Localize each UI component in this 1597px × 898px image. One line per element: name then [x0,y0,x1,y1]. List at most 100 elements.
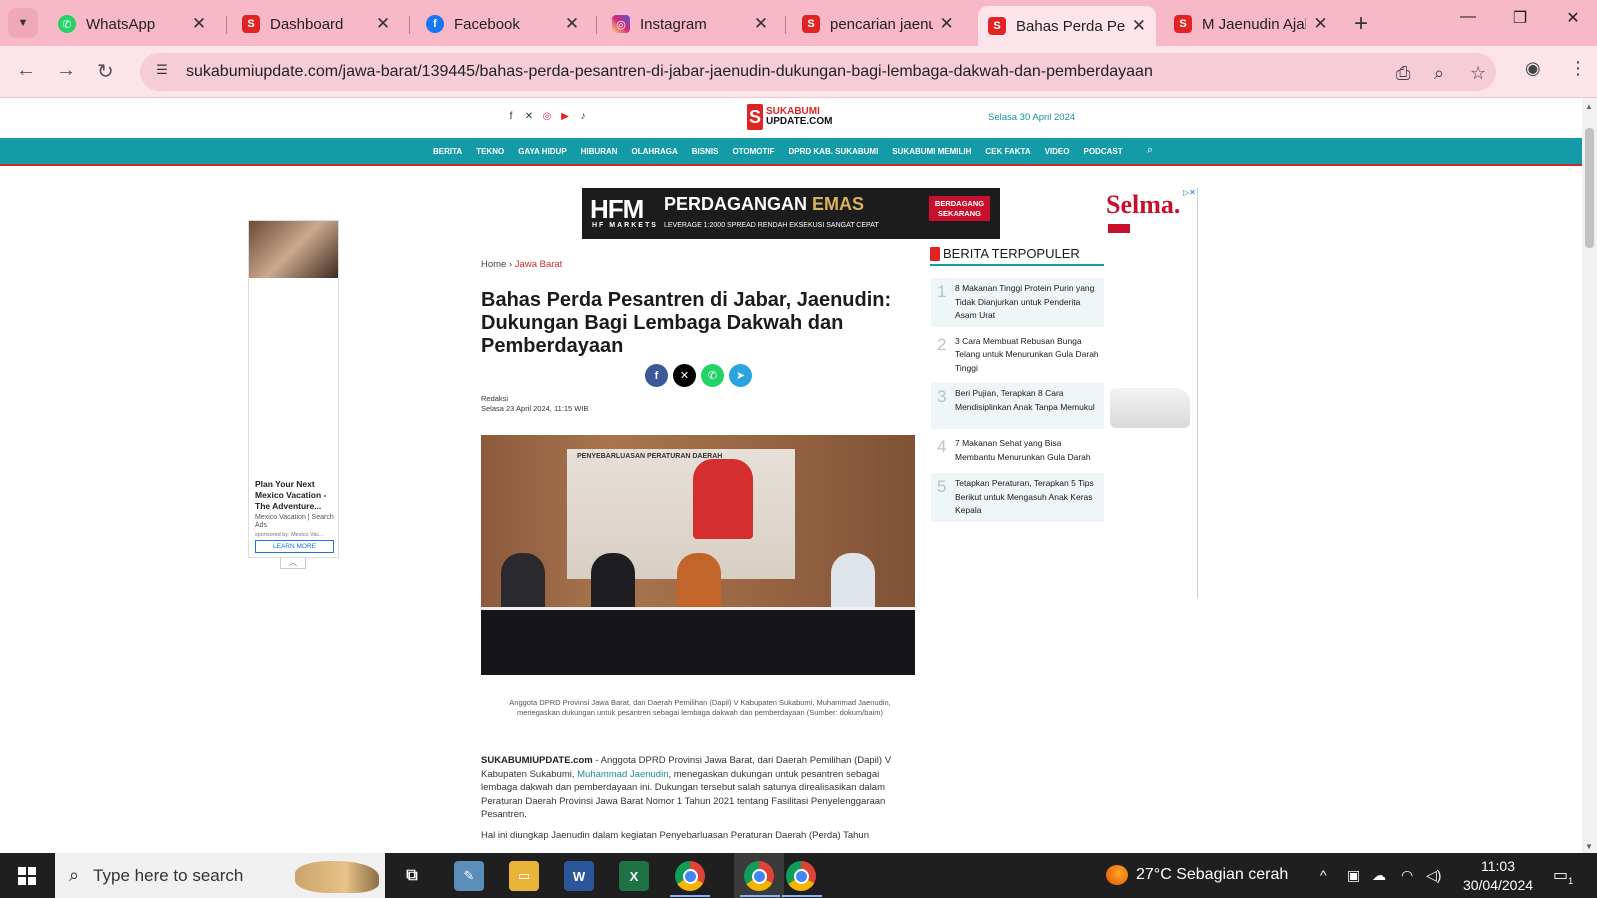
nav-sukabumi-memilih[interactable]: SUKABUMI MEMILIH [892,147,971,156]
popular-heading: BERITA TERPOPULER [930,246,1104,266]
tab-bahas-perda-pesantren[interactable]: S Bahas Perda Pesantren ✕ [978,6,1156,46]
new-tab-button[interactable]: + [1354,10,1368,38]
popular-item[interactable]: 1 8 Makanan Tinggi Protein Purin yang Ti… [931,278,1104,327]
ad-brand-sub: HF MARKETS [592,222,658,229]
nav-olahraga[interactable]: OLAHRAGA [632,147,678,156]
task-view-icon[interactable]: ⧉ [397,861,427,891]
system-clock[interactable]: 11:03 30/04/2024 [1458,857,1538,895]
windows-start-icon[interactable] [18,867,36,885]
article-photo: PENYEBARLUASAN PERATURAN DAERAH [481,435,915,675]
reload-button[interactable]: ↻ [97,59,114,84]
breadcrumb-section[interactable]: Jawa Barat [515,259,563,270]
hfm-banner-ad[interactable]: HFM HF MARKETS PERDAGANGAN EMAS LEVERAGE… [582,188,1000,239]
tab-instagram[interactable]: ◎ Instagram ✕ [602,6,780,42]
restore-button[interactable]: ❐ [1497,8,1543,28]
nav-otomotif[interactable]: OTOMOTIF [732,147,774,156]
chrome-profile-icon[interactable] [744,861,774,891]
tab-dashboard[interactable]: S Dashboard ✕ [232,6,402,42]
share-x-icon[interactable]: ✕ [673,364,696,387]
close-tab-icon[interactable]: ✕ [563,14,581,34]
nav-dprd[interactable]: DPRD KAB. SUKABUMI [789,147,879,156]
scroll-up-icon[interactable]: ▲ [1585,102,1593,111]
wifi-icon[interactable]: ◠ [1401,867,1413,884]
popular-item[interactable]: 4 7 Makanan Sehat yang Bisa Membantu Men… [931,433,1104,469]
back-button[interactable]: ← [16,59,36,82]
weather-widget[interactable]: 27°C Sebagian cerah [1106,865,1288,885]
article-paragraph: Hal ini diungkap Jaenudin dalam kegiatan… [481,830,869,841]
site-logo[interactable]: S SUKABUMI UPDATE.COM [747,104,832,130]
close-tab-icon[interactable]: ✕ [1312,14,1329,34]
close-window-button[interactable]: ✕ [1550,8,1596,28]
learn-more-button[interactable]: LEARN MORE [255,540,334,553]
nav-podcast[interactable]: PODCAST [1084,147,1123,156]
search-icon[interactable]: ⌕ [1147,144,1153,157]
author-name[interactable]: Redaksi [481,394,588,404]
install-app-icon[interactable]: ⎙ [1396,63,1410,84]
zoom-icon[interactable]: ⌕ [1434,63,1444,84]
breadcrumb-home[interactable]: Home [481,259,506,270]
taskbar-search[interactable]: ⌕ Type here to search [55,853,385,898]
tab-pencarian-jaenudin[interactable]: S pencarian jaenudin ✕ [792,6,964,42]
nav-bisnis[interactable]: BISNIS [692,147,719,156]
tab-whatsapp[interactable]: ✆ WhatsApp ✕ [48,6,218,42]
address-bar[interactable]: ☰ sukabumiupdate.com/jawa-barat/139445/b… [140,53,1496,91]
nav-berita[interactable]: BERITA [433,147,462,156]
tab-search-button[interactable]: ▼ [8,8,38,38]
chevron-up-icon[interactable]: ^ [1320,867,1327,883]
close-tab-icon[interactable]: ✕ [374,14,392,34]
tag-link[interactable]: Muhammad Jaenudin [577,769,668,780]
word-app-icon[interactable]: W [564,861,594,891]
meet-now-icon[interactable]: ▣ [1347,867,1360,884]
close-tab-icon[interactable]: ✕ [752,14,770,34]
close-tab-icon[interactable]: ✕ [939,14,954,34]
scroll-down-icon[interactable]: ▼ [1585,842,1593,851]
arrow-right-icon: → [56,59,76,81]
share-whatsapp-icon[interactable]: ✆ [701,364,724,387]
popular-item[interactable]: 5 Tetapkan Peraturan, Terapkan 5 Tips Be… [931,473,1104,522]
adchoices-icon[interactable]: ▷✕ [1183,188,1196,197]
bookmark-star-icon[interactable]: ☆ [1470,63,1486,84]
share-facebook-icon[interactable]: f [645,364,668,387]
close-tab-icon[interactable]: ✕ [1132,16,1146,36]
left-sidebar-ad[interactable]: Plan Your Next Mexico Vacation - The Adv… [248,220,339,558]
chrome-app-icon[interactable] [675,861,705,891]
forward-button[interactable]: → [56,59,76,82]
site-header: f ✕ ◎ ▶ ♪ S SUKABUMI UPDATE.COM Selasa 30… [0,98,1582,138]
tab-m-jaenudin-ajak[interactable]: S M Jaenudin Ajak ✕ [1164,6,1339,42]
file-explorer-icon[interactable]: ▭ [509,861,539,891]
minimize-button[interactable]: — [1445,8,1491,26]
ad-collapse-toggle[interactable]: ︿ [280,557,306,569]
ad-cta-button[interactable]: BERDAGANG SEKARANG [929,196,990,221]
profile-avatar[interactable]: ◉ [1525,58,1541,79]
nav-hiburan[interactable]: HIBURAN [581,147,618,156]
facebook-icon[interactable]: f [506,111,516,122]
nav-tekno[interactable]: TEKNO [476,147,504,156]
nav-gaya-hidup[interactable]: GAYA HIDUP [518,147,566,156]
tiktok-icon[interactable]: ♪ [578,111,588,122]
nav-video[interactable]: VIDEO [1045,147,1070,156]
header-date: Selasa 30 April 2024 [988,112,1076,123]
instagram-icon[interactable]: ◎ [542,111,552,122]
right-sidebar-ad[interactable]: Selma. ▷✕ [1106,188,1198,598]
close-tab-icon[interactable]: ✕ [190,14,208,34]
tab-facebook[interactable]: f Facebook ✕ [416,6,591,42]
x-twitter-icon[interactable]: ✕ [524,111,534,122]
menu-button[interactable]: ⋮ [1569,58,1587,79]
page-scrollbar[interactable]: ▲ ▼ [1582,98,1597,853]
scroll-thumb[interactable] [1585,128,1594,248]
popular-item[interactable]: 2 3 Cara Membuat Rebusan Bunga Telang un… [931,330,1104,379]
url-text[interactable]: sukabumiupdate.com/jawa-barat/139445/bah… [186,63,1153,81]
excel-app-icon[interactable]: X [619,861,649,891]
sukabumi-logo-icon [930,246,940,261]
site-info-icon[interactable]: ☰ [152,62,172,82]
onedrive-icon[interactable]: ☁ [1372,867,1386,884]
youtube-icon[interactable]: ▶ [560,111,570,122]
nav-cek-fakta[interactable]: CEK FAKTA [985,147,1030,156]
popular-item[interactable]: 3 Beri Pujian, Terapkan 8 Cara Mendisipl… [931,383,1104,429]
notepad-app-icon[interactable]: ✎ [454,861,484,891]
volume-icon[interactable]: ◁) [1426,867,1441,884]
ad-title: Plan Your Next Mexico Vacation - The Adv… [255,479,327,511]
share-telegram-icon[interactable]: ➤ [729,364,752,387]
chrome-app-icon[interactable] [786,861,816,891]
notification-icon[interactable]: ▭1 [1553,865,1573,886]
